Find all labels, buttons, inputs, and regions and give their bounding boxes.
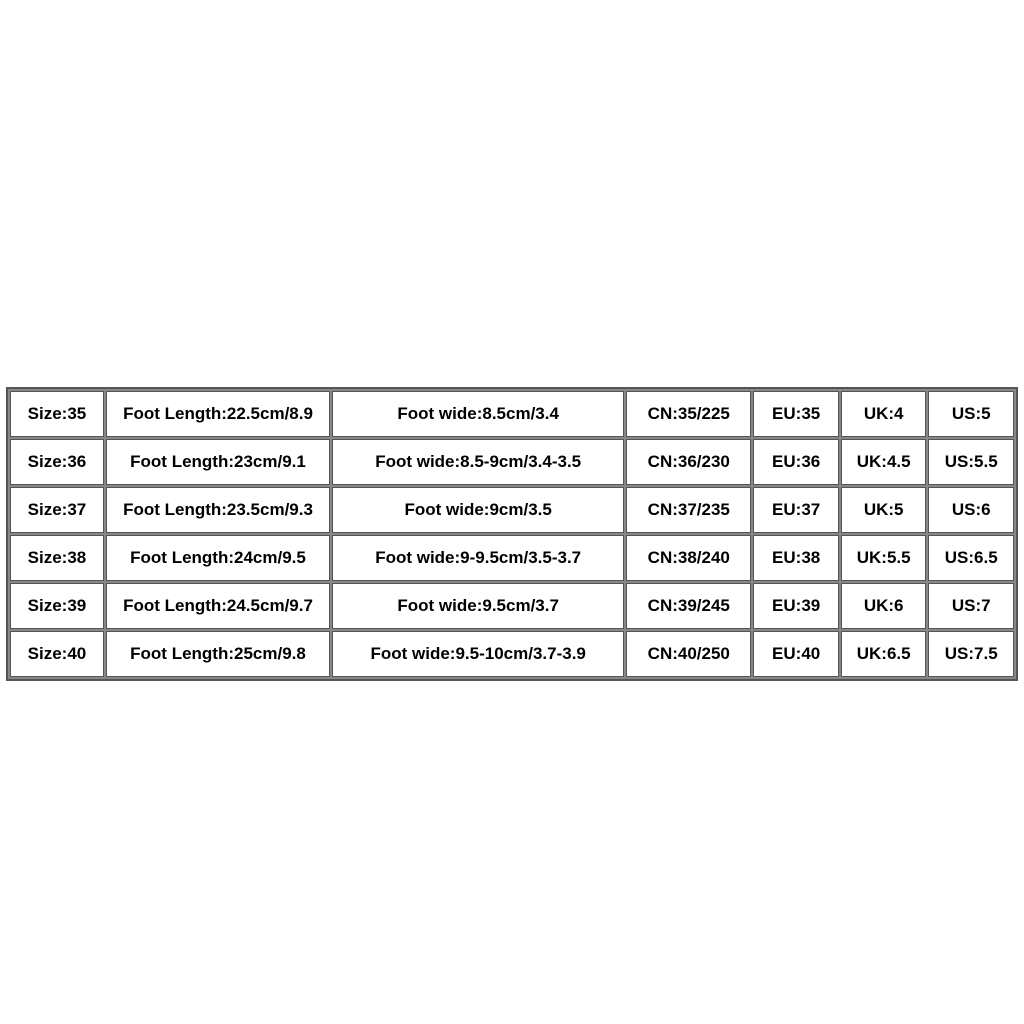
cell-cn: CN:36/230 xyxy=(626,439,751,485)
cell-size: Size:36 xyxy=(10,439,104,485)
cell-eu: EU:36 xyxy=(753,439,839,485)
cell-cn: CN:40/250 xyxy=(626,631,751,677)
cell-eu: EU:39 xyxy=(753,583,839,629)
cell-foot-wide: Foot wide:8.5cm/3.4 xyxy=(332,391,624,437)
cell-uk: UK:6.5 xyxy=(841,631,927,677)
cell-size: Size:39 xyxy=(10,583,104,629)
table-row: Size:37 Foot Length:23.5cm/9.3 Foot wide… xyxy=(10,487,1014,533)
size-chart-container: Size:35 Foot Length:22.5cm/8.9 Foot wide… xyxy=(6,387,1018,681)
table-row: Size:36 Foot Length:23cm/9.1 Foot wide:8… xyxy=(10,439,1014,485)
table-row: Size:40 Foot Length:25cm/9.8 Foot wide:9… xyxy=(10,631,1014,677)
cell-uk: UK:4 xyxy=(841,391,927,437)
page: Size:35 Foot Length:22.5cm/8.9 Foot wide… xyxy=(0,0,1024,1024)
cell-uk: UK:6 xyxy=(841,583,927,629)
size-chart-table: Size:35 Foot Length:22.5cm/8.9 Foot wide… xyxy=(6,387,1018,681)
cell-size: Size:35 xyxy=(10,391,104,437)
cell-foot-length: Foot Length:23cm/9.1 xyxy=(106,439,330,485)
table-row: Size:35 Foot Length:22.5cm/8.9 Foot wide… xyxy=(10,391,1014,437)
cell-foot-wide: Foot wide:8.5-9cm/3.4-3.5 xyxy=(332,439,624,485)
cell-us: US:6 xyxy=(928,487,1014,533)
cell-foot-wide: Foot wide:9-9.5cm/3.5-3.7 xyxy=(332,535,624,581)
cell-eu: EU:38 xyxy=(753,535,839,581)
cell-foot-wide: Foot wide:9.5-10cm/3.7-3.9 xyxy=(332,631,624,677)
cell-us: US:7.5 xyxy=(928,631,1014,677)
cell-cn: CN:35/225 xyxy=(626,391,751,437)
cell-foot-length: Foot Length:24.5cm/9.7 xyxy=(106,583,330,629)
cell-cn: CN:37/235 xyxy=(626,487,751,533)
cell-us: US:6.5 xyxy=(928,535,1014,581)
cell-cn: CN:39/245 xyxy=(626,583,751,629)
cell-us: US:5.5 xyxy=(928,439,1014,485)
cell-foot-wide: Foot wide:9cm/3.5 xyxy=(332,487,624,533)
cell-size: Size:37 xyxy=(10,487,104,533)
cell-eu: EU:35 xyxy=(753,391,839,437)
cell-foot-length: Foot Length:25cm/9.8 xyxy=(106,631,330,677)
cell-uk: UK:4.5 xyxy=(841,439,927,485)
cell-foot-length: Foot Length:24cm/9.5 xyxy=(106,535,330,581)
cell-size: Size:40 xyxy=(10,631,104,677)
cell-foot-wide: Foot wide:9.5cm/3.7 xyxy=(332,583,624,629)
cell-us: US:5 xyxy=(928,391,1014,437)
cell-size: Size:38 xyxy=(10,535,104,581)
cell-foot-length: Foot Length:22.5cm/8.9 xyxy=(106,391,330,437)
cell-cn: CN:38/240 xyxy=(626,535,751,581)
cell-uk: UK:5 xyxy=(841,487,927,533)
table-row: Size:38 Foot Length:24cm/9.5 Foot wide:9… xyxy=(10,535,1014,581)
table-row: Size:39 Foot Length:24.5cm/9.7 Foot wide… xyxy=(10,583,1014,629)
cell-eu: EU:37 xyxy=(753,487,839,533)
cell-eu: EU:40 xyxy=(753,631,839,677)
cell-uk: UK:5.5 xyxy=(841,535,927,581)
cell-us: US:7 xyxy=(928,583,1014,629)
size-chart-body: Size:35 Foot Length:22.5cm/8.9 Foot wide… xyxy=(10,391,1014,677)
cell-foot-length: Foot Length:23.5cm/9.3 xyxy=(106,487,330,533)
